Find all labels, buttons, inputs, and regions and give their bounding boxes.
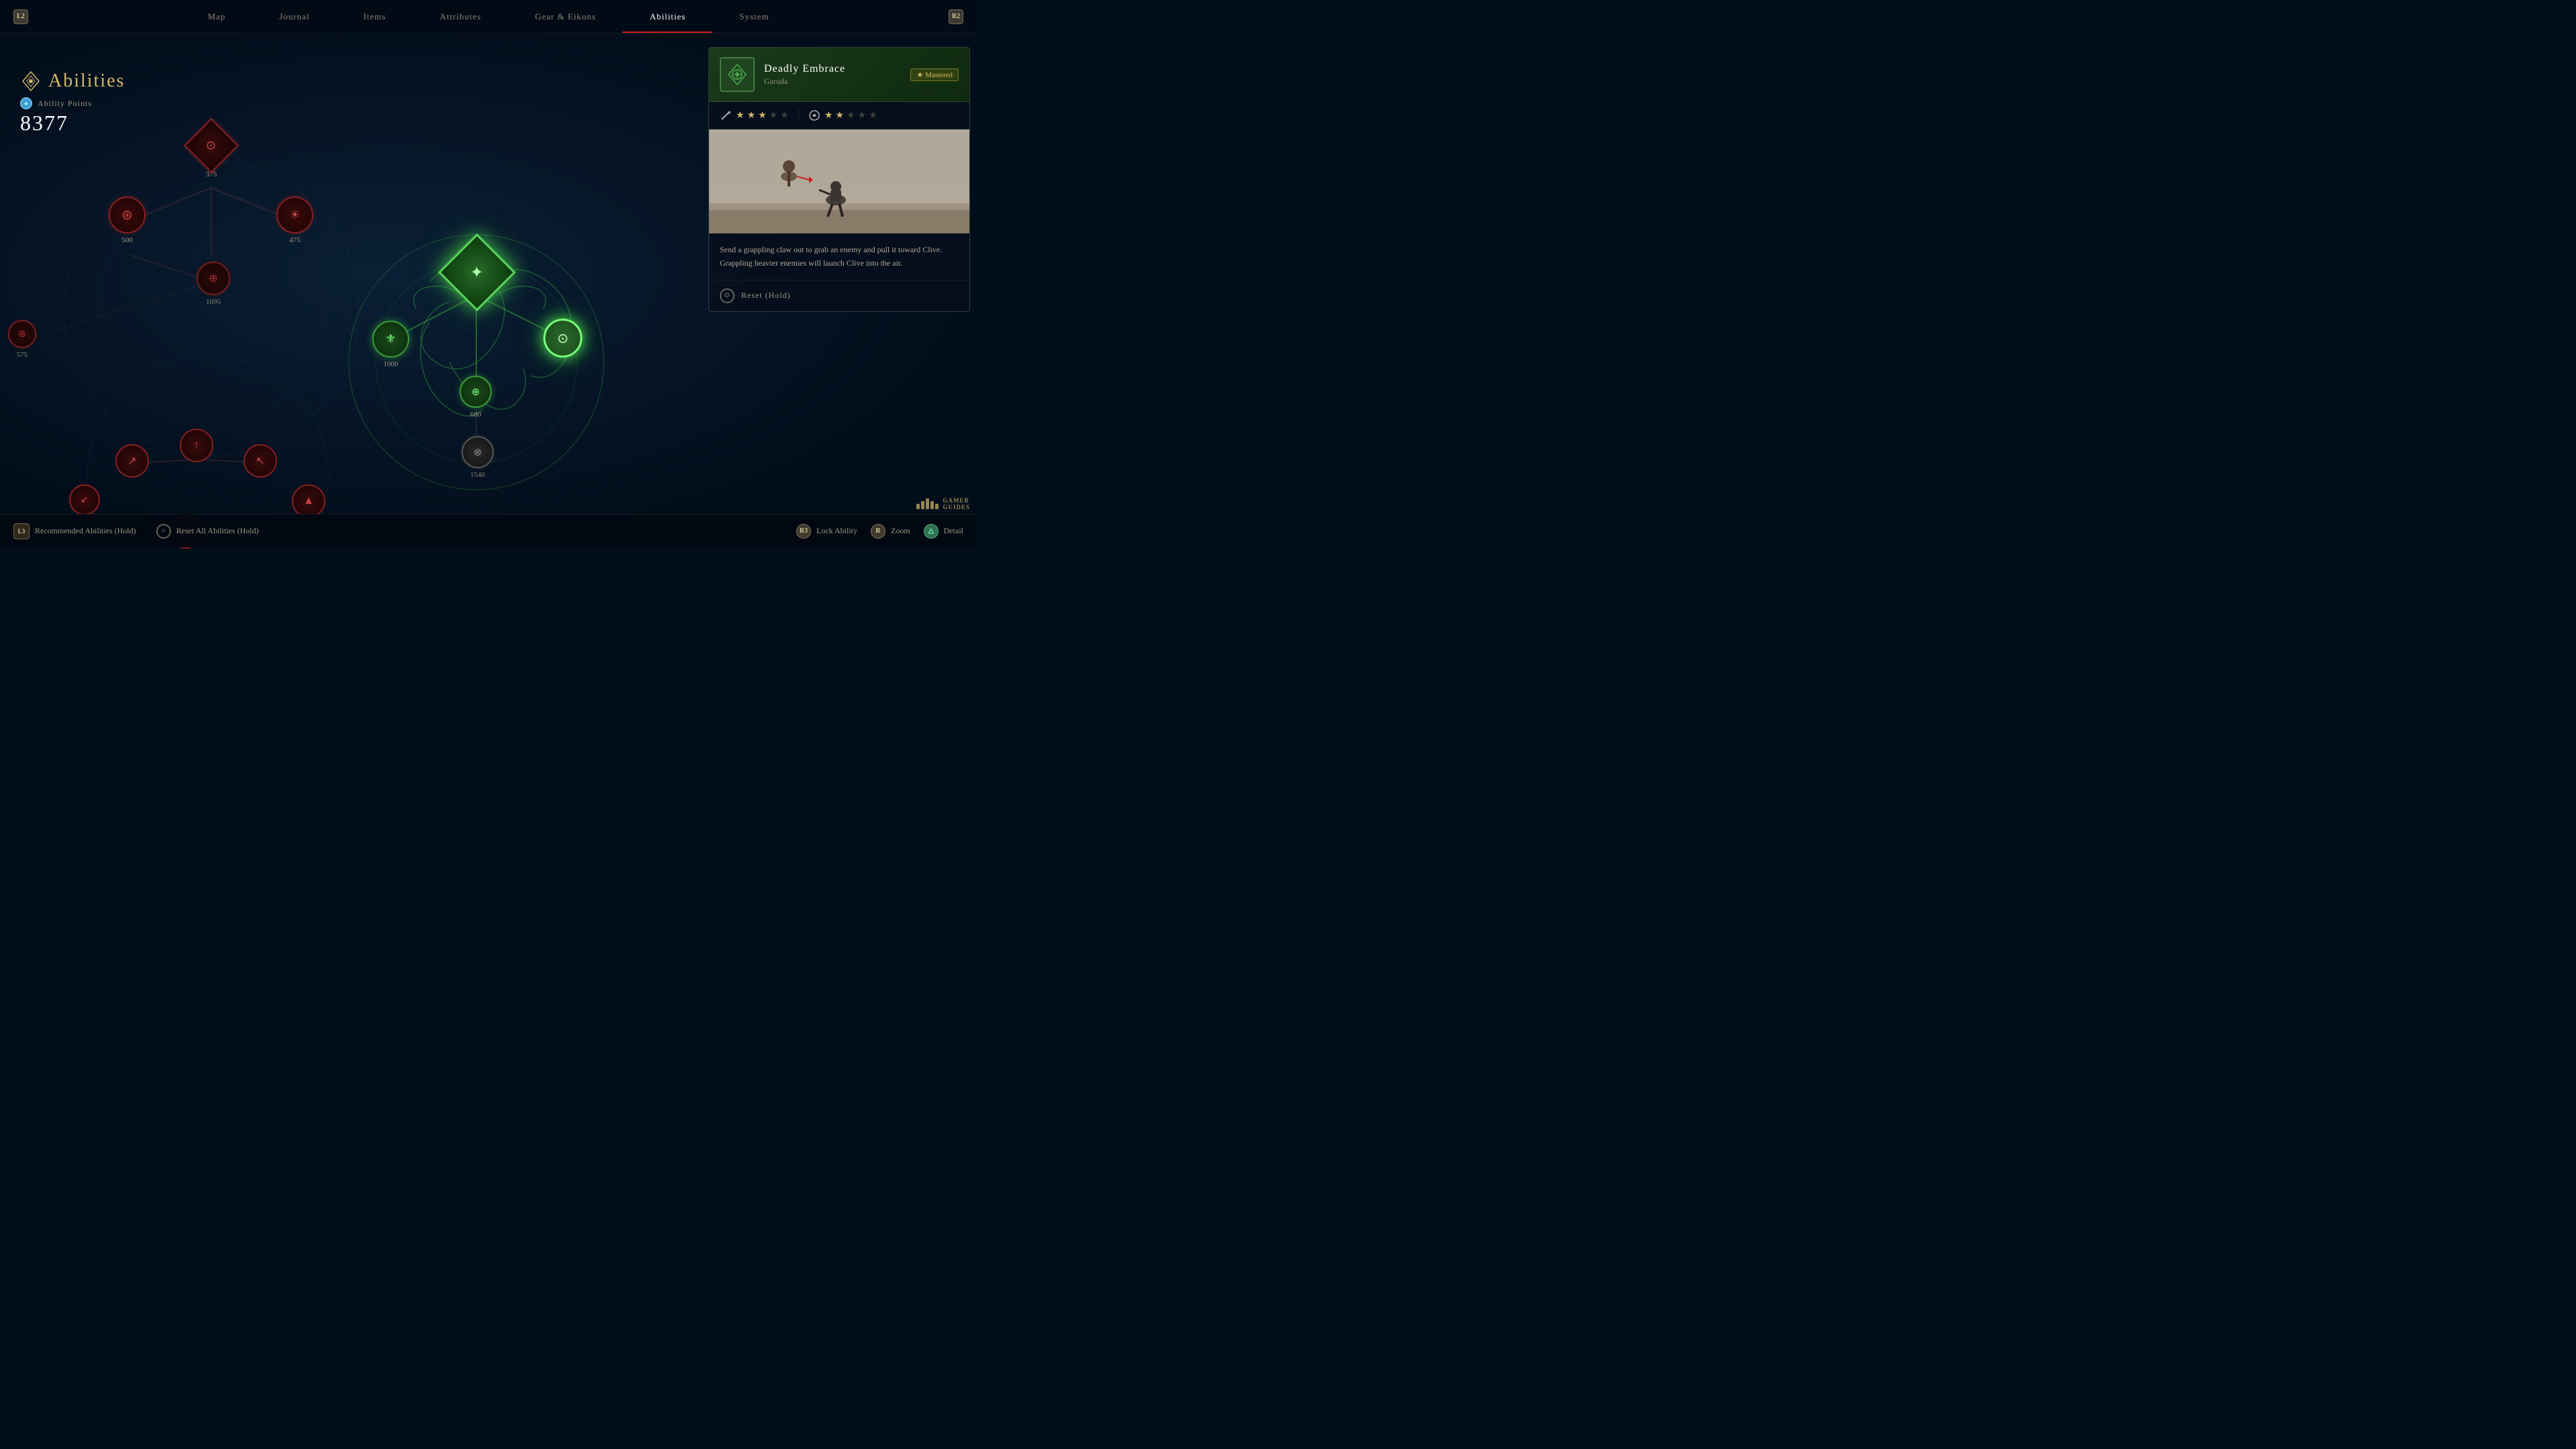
skill-node-bottom5[interactable]: ▲	[292, 484, 325, 518]
zoom-action[interactable]: R Zoom	[871, 524, 910, 539]
skill-node-selected[interactable]: ⊙	[543, 319, 582, 358]
r3-badge: R3	[796, 524, 811, 539]
skill-node-bottom3[interactable]: ↖	[244, 444, 277, 478]
special-icon	[808, 109, 820, 121]
bottom-right: R3 Lock Ability R Zoom △ Detail	[796, 524, 963, 539]
r2-button[interactable]: R2	[949, 9, 963, 24]
nav-item-abilities[interactable]: Abilities	[623, 0, 712, 33]
reset-all-label: Reset All Abilities (Hold)	[176, 526, 259, 536]
mastered-label: ★ Mastered	[916, 70, 953, 79]
ability-icon	[720, 57, 755, 92]
navigation-bar: L2 Map Journal Items Attributes Gear & E…	[0, 0, 977, 34]
right-panel: Deadly Embrace Garuda ★ Mastered ★ ★ ★	[708, 47, 970, 312]
skill-node-680[interactable]: ⊕ 680	[460, 376, 492, 419]
mastered-badge: ★ Mastered	[910, 68, 959, 81]
l3-badge: L3	[13, 523, 30, 539]
main-content: Abilities Ability Points 8377 ⊙ 375 ⊛ 50…	[0, 34, 977, 547]
nav-item-items[interactable]: Items	[337, 0, 413, 33]
attack-stars: ★ ★ ★ ★ ★	[736, 110, 789, 121]
skill-node-bottom1[interactable]: ↗	[115, 444, 149, 478]
detail-label: Detail	[944, 526, 963, 536]
recommended-btn[interactable]: L3 Recommended Abilities (Hold)	[13, 523, 136, 539]
ability-card: Deadly Embrace Garuda ★ Mastered ★ ★ ★	[708, 47, 970, 312]
ability-card-header: Deadly Embrace Garuda ★ Mastered	[709, 48, 969, 102]
ability-preview	[709, 129, 969, 233]
reset-all-btn[interactable]: ○ Reset All Abilities (Hold)	[156, 524, 259, 539]
ap-value: 8377	[20, 111, 125, 136]
nav-item-gear[interactable]: Gear & Eikons	[508, 0, 623, 33]
skill-node-center-diamond[interactable]: ✦	[449, 245, 504, 300]
abilities-title-row: Abilities	[20, 70, 125, 92]
skill-node-1540[interactable]: ⊗ 1540	[462, 436, 494, 479]
watermark: GAMER GUIDES	[916, 497, 970, 511]
skill-node-575[interactable]: ⊚ 575	[8, 320, 36, 359]
nav-item-attributes[interactable]: Attributes	[413, 0, 508, 33]
sword-icon	[720, 109, 732, 121]
l2-button[interactable]: L2	[13, 9, 28, 24]
reset-button[interactable]: ⊙ Reset (Hold)	[709, 280, 969, 311]
zoom-label: Zoom	[891, 526, 910, 536]
circle-icon: ○	[156, 524, 171, 539]
bottom-bar: L3 Recommended Abilities (Hold) ○ Reset …	[0, 514, 977, 547]
skill-node-1000[interactable]: ⚜ 1000	[372, 321, 409, 368]
skill-node-center-left[interactable]: ⊕ 1695	[197, 262, 230, 306]
l2-badge: L2	[13, 9, 28, 24]
skill-node-500[interactable]: ⊛ 500	[109, 197, 146, 244]
ability-info: Deadly Embrace Garuda	[764, 63, 901, 87]
watermark-text: GAMER GUIDES	[943, 497, 970, 511]
nav-item-map[interactable]: Map	[180, 0, 252, 33]
preview-placeholder	[709, 129, 969, 233]
skill-node-bottom2[interactable]: ↑	[180, 429, 213, 462]
recommended-label: Recommended Abilities (Hold)	[35, 526, 136, 536]
lock-label: Lock Ability	[816, 526, 857, 536]
special-stars: ★ ★ ★ ★ ★	[824, 110, 877, 121]
ability-source: Garuda	[764, 76, 901, 87]
ability-description: Send a grappling claw out to grab an ene…	[709, 233, 969, 280]
abilities-icon	[20, 70, 42, 92]
abilities-header: Abilities Ability Points 8377	[20, 70, 125, 136]
stars-row: ★ ★ ★ ★ ★ ★ ★ ★ ★ ★	[709, 102, 969, 129]
lock-action[interactable]: R3 Lock Ability	[796, 524, 857, 539]
nav-item-journal[interactable]: Journal	[252, 0, 336, 33]
r2-badge: R2	[949, 9, 963, 24]
triangle-badge: △	[924, 524, 938, 539]
skill-node-475[interactable]: ☀ 475	[276, 197, 313, 244]
skill-node-375[interactable]: ⊙ 375	[192, 126, 231, 178]
page-title: Abilities	[48, 70, 125, 92]
ability-name: Deadly Embrace	[764, 63, 901, 75]
ap-label: Ability Points	[38, 99, 92, 109]
skill-node-bottom4[interactable]: ↙	[69, 484, 100, 515]
nav-item-system[interactable]: System	[712, 0, 796, 33]
ability-points-section: Ability Points	[20, 97, 125, 109]
detail-action[interactable]: △ Detail	[924, 524, 963, 539]
watermark-logo	[916, 498, 938, 509]
r-badge: R	[871, 524, 885, 539]
reset-icon: ⊙	[720, 288, 735, 303]
nav-items: Map Journal Items Attributes Gear & Eiko…	[180, 0, 796, 33]
ap-icon	[20, 97, 32, 109]
reset-label: Reset (Hold)	[741, 290, 791, 301]
